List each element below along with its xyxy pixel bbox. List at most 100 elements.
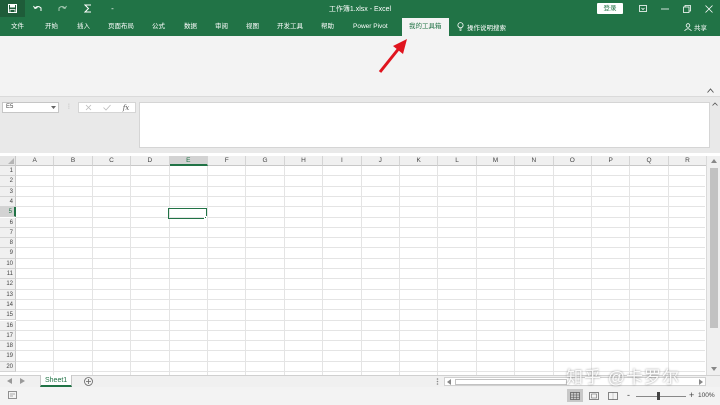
expand-formula-bar-icon[interactable] [712, 102, 718, 106]
column-header-d[interactable]: D [131, 156, 170, 166]
tab-home[interactable]: 开始 [45, 17, 58, 36]
zoom-out-button[interactable]: - [627, 390, 630, 400]
column-header-p[interactable]: P [592, 156, 631, 166]
grid-column-line [168, 166, 170, 375]
column-header-h[interactable]: H [284, 156, 324, 166]
tab-file[interactable]: 文件 [11, 17, 24, 36]
row-header-7[interactable]: 7 [0, 227, 16, 239]
column-header-m[interactable]: M [476, 156, 516, 166]
tab-formulas[interactable]: 公式 [152, 17, 165, 36]
tell-me-search[interactable]: 操作说明搜索 [457, 17, 506, 36]
column-header-k[interactable]: K [400, 156, 439, 166]
ribbon-display-options-button[interactable] [632, 0, 654, 17]
vertical-scrollbar[interactable] [706, 156, 720, 375]
autosum-button[interactable] [75, 0, 100, 17]
tab-data[interactable]: 数据 [184, 17, 197, 36]
row-header-15[interactable]: 15 [0, 310, 16, 321]
column-header-l[interactable]: L [438, 156, 477, 166]
column-header-b[interactable]: B [54, 156, 93, 166]
tab-my-toolbox[interactable]: 我的工具箱 [402, 18, 449, 36]
fill-handle[interactable] [204, 216, 207, 219]
tab-view[interactable]: 视图 [246, 17, 259, 36]
row-header-4[interactable]: 4 [0, 196, 16, 208]
row-header-16[interactable]: 16 [0, 320, 16, 331]
normal-view-button[interactable] [567, 389, 583, 402]
row-header-14[interactable]: 14 [0, 299, 16, 311]
collapse-ribbon-icon[interactable] [707, 88, 714, 93]
row-header-2[interactable]: 2 [0, 176, 16, 187]
row-header-9[interactable]: 9 [0, 248, 16, 259]
row-header-8[interactable]: 8 [0, 238, 16, 249]
row-header-6[interactable]: 6 [0, 217, 16, 228]
share-button[interactable]: 共享 [684, 17, 707, 36]
redo-button[interactable] [50, 0, 75, 17]
row-header-10[interactable]: 10 [0, 258, 16, 269]
restore-button[interactable] [676, 0, 698, 17]
formula-bar-splitter[interactable]: ⋮ [66, 103, 72, 110]
column-header-g[interactable]: G [246, 156, 285, 166]
close-button[interactable] [698, 0, 720, 17]
row-header-13[interactable]: 13 [0, 289, 16, 300]
tab-power-pivot[interactable]: Power Pivot [353, 17, 388, 36]
row-header-17[interactable]: 17 [0, 330, 16, 342]
row-header-19[interactable]: 19 [0, 351, 16, 362]
save-button[interactable] [0, 0, 25, 17]
row-header-20[interactable]: 20 [0, 361, 16, 372]
column-header-n[interactable]: N [515, 156, 554, 166]
minimize-button[interactable] [654, 0, 676, 17]
grid-row-line [16, 329, 705, 331]
prev-sheet-icon[interactable] [7, 378, 12, 384]
row-header-1[interactable]: 1 [0, 166, 16, 177]
column-header-i[interactable]: I [323, 156, 362, 166]
customize-qat-button[interactable]: - [100, 0, 125, 17]
column-header-r[interactable]: R [668, 156, 708, 166]
tab-page-layout[interactable]: 页面布局 [108, 17, 134, 36]
horizontal-scroll-thumb[interactable] [455, 379, 567, 385]
scroll-right-icon[interactable] [699, 379, 703, 385]
column-header-e[interactable]: E [169, 156, 208, 166]
scroll-left-icon[interactable] [447, 379, 451, 385]
vertical-scroll-thumb[interactable] [710, 168, 718, 328]
tab-review[interactable]: 审阅 [215, 17, 228, 36]
column-header-f[interactable]: F [208, 156, 247, 166]
chevron-down-icon[interactable] [51, 106, 56, 109]
column-header-a[interactable]: A [16, 156, 55, 166]
select-all-button[interactable] [0, 156, 16, 166]
grid-column-line [591, 166, 592, 375]
sheet-tab-sheet1[interactable]: Sheet1 [40, 375, 73, 387]
macro-record-icon[interactable] [8, 391, 17, 399]
enter-check-icon[interactable] [103, 104, 112, 111]
zoom-slider[interactable] [636, 396, 686, 397]
insert-function-button[interactable]: fx [123, 104, 130, 112]
name-box[interactable]: E5 [2, 102, 59, 113]
scroll-up-icon[interactable] [711, 159, 717, 163]
login-button[interactable]: 登录 [597, 3, 623, 14]
column-header-c[interactable]: C [92, 156, 132, 166]
column-header-j[interactable]: J [361, 156, 400, 166]
row-header-11[interactable]: 11 [0, 269, 16, 280]
cancel-icon[interactable] [85, 104, 92, 111]
tab-help[interactable]: 帮助 [321, 17, 334, 36]
zoom-level[interactable]: 100% [698, 392, 715, 399]
page-layout-view-button[interactable] [586, 389, 602, 402]
active-cell[interactable] [168, 208, 207, 219]
next-sheet-icon[interactable] [20, 378, 25, 384]
undo-button[interactable] [25, 0, 50, 17]
page-break-view-button[interactable] [605, 389, 621, 402]
row-header-12[interactable]: 12 [0, 279, 16, 290]
add-sheet-icon[interactable] [84, 377, 93, 386]
scroll-down-icon[interactable] [711, 367, 717, 371]
worksheet-grid[interactable]: ABCDEFGHIJKLMNOPQR 1 2 3 4 5 6 7 8 9 10 11 12 13 14 15… [0, 156, 720, 375]
column-header-o[interactable]: O [553, 156, 592, 166]
row-header-5[interactable]: 5 [0, 207, 16, 218]
zoom-in-button[interactable]: + [689, 390, 694, 400]
zoom-slider-knob[interactable] [657, 392, 660, 400]
tab-developer[interactable]: 开发工具 [277, 17, 303, 36]
row-header-3[interactable]: 3 [0, 186, 16, 197]
grid-column-line [207, 166, 208, 375]
row-header-18[interactable]: 18 [0, 341, 16, 352]
column-header-q[interactable]: Q [630, 156, 669, 166]
formula-input[interactable] [139, 102, 710, 148]
tab-split-handle-icon[interactable] [436, 378, 439, 385]
tab-insert[interactable]: 插入 [77, 17, 90, 36]
